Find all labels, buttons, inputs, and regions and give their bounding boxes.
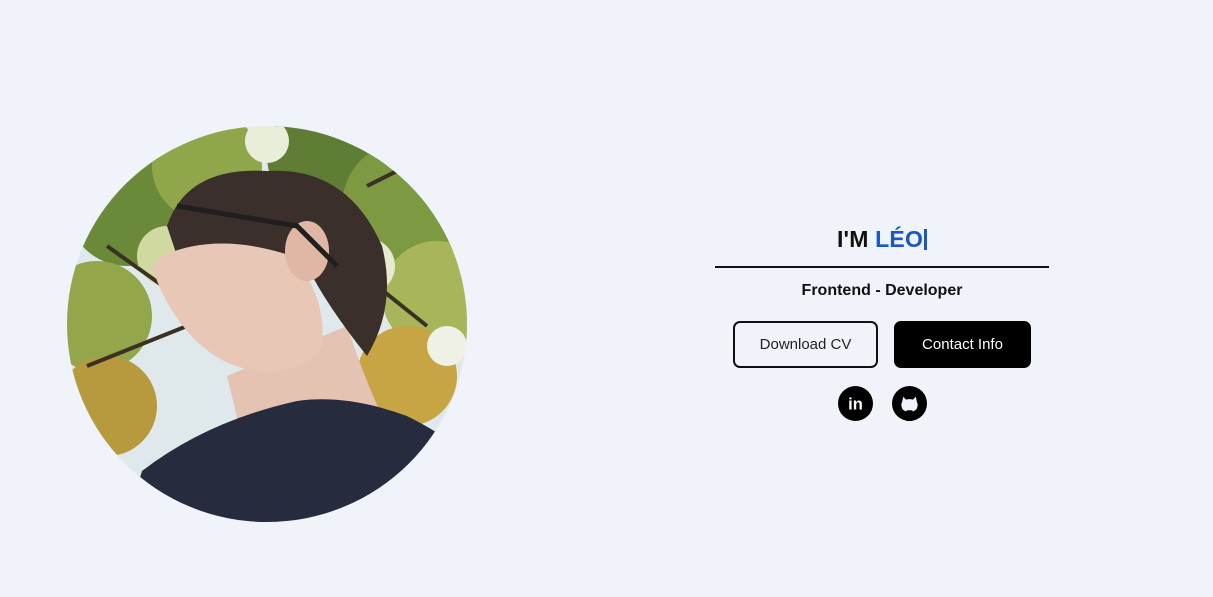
linkedin-label: in: [848, 394, 863, 413]
social-links: in: [715, 386, 1049, 421]
headline-name: LÉO: [875, 226, 924, 252]
linkedin-icon[interactable]: in: [837, 386, 873, 421]
hero-actions: Download CV Contact Info: [715, 321, 1049, 368]
download-cv-button[interactable]: Download CV: [733, 321, 878, 368]
headline-divider: [715, 266, 1049, 268]
hero-intro: I'M LÉO Frontend - Developer Download CV…: [715, 222, 1049, 421]
role-subtitle: Frontend - Developer: [801, 282, 963, 299]
profile-photo: [67, 126, 467, 522]
typing-cursor: [924, 229, 928, 250]
github-icon[interactable]: [891, 386, 927, 421]
hero-headline: I'M LÉO: [715, 222, 1049, 256]
contact-info-button[interactable]: Contact Info: [894, 321, 1031, 368]
headline-prefix: I'M: [836, 226, 876, 252]
